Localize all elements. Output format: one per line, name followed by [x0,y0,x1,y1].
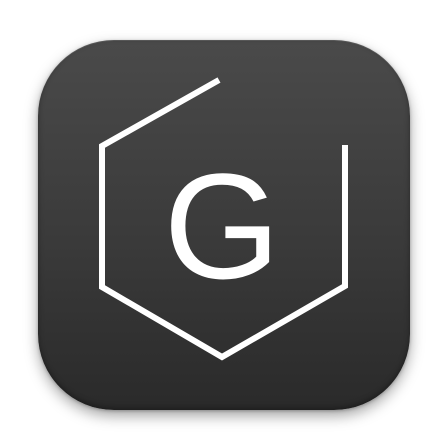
app-letter: G [164,142,281,310]
hexagon-outline-icon: G [99,77,348,361]
icon-canvas: G [0,0,448,448]
